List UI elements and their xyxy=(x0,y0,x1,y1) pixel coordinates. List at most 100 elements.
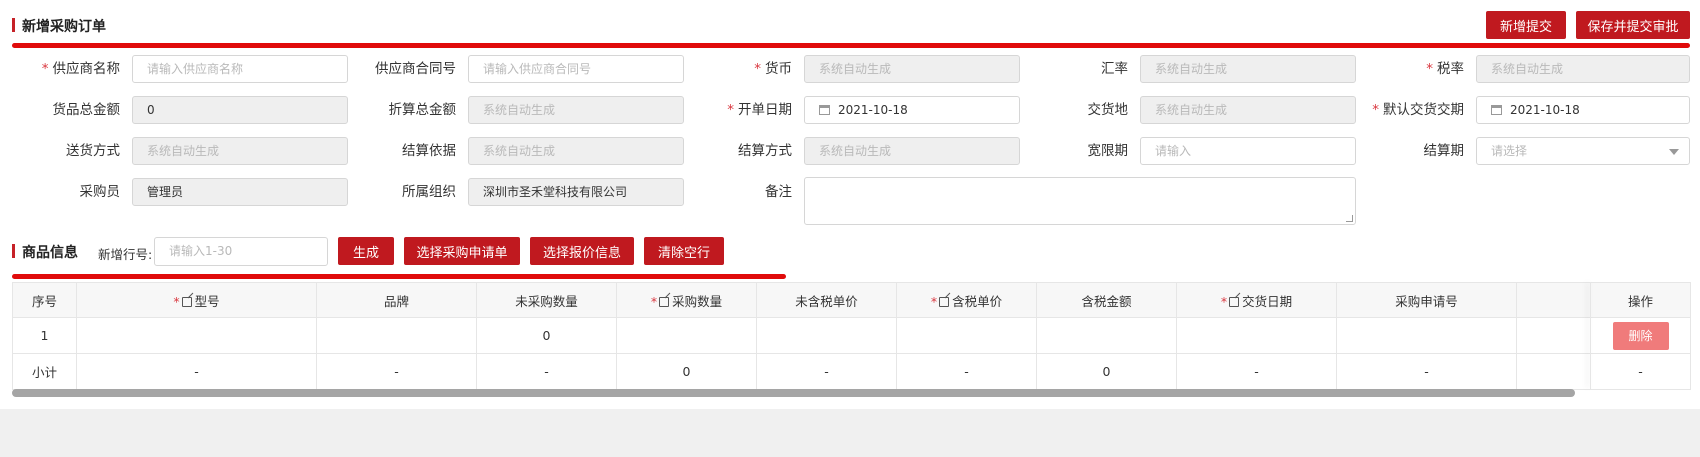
edit-icon xyxy=(659,296,670,307)
edit-icon xyxy=(939,296,950,307)
default-delivery-picker[interactable]: 2021-10-18 xyxy=(1476,96,1690,124)
column-label: 序号 xyxy=(31,293,57,309)
settlement-period-select[interactable]: 请选择 xyxy=(1476,137,1690,165)
calendar-icon xyxy=(819,105,830,115)
add-row-input[interactable]: 请输入1-30 xyxy=(154,237,328,266)
column-label: 品牌 xyxy=(383,293,409,309)
subtotal-cell: - xyxy=(476,353,617,390)
table-cell: 删除 xyxy=(1590,317,1691,354)
goods-divider xyxy=(12,274,786,279)
supplier-contract-input[interactable]: 请输入供应商合同号 xyxy=(468,55,684,83)
table-cell: 1 xyxy=(12,317,77,354)
delete-row-button[interactable]: 删除 xyxy=(1612,321,1669,350)
new-submit-button[interactable]: 新增提交 xyxy=(1486,11,1566,39)
required-mark: * xyxy=(930,293,938,309)
order-date-label: * 开单日期 xyxy=(727,102,792,118)
column-label: 采购申请号 xyxy=(1395,293,1458,309)
table-cell[interactable] xyxy=(76,317,317,354)
remark-textarea[interactable] xyxy=(804,177,1356,225)
exchange-rate-input: 系统自动生成 xyxy=(1140,55,1356,83)
select-quote-button[interactable]: 选择报价信息 xyxy=(530,237,634,265)
column-header: 含税金额 xyxy=(1036,282,1177,318)
organization-input: 深圳市圣禾堂科技有限公司 xyxy=(468,178,684,206)
subtotal-cell: - xyxy=(316,353,477,390)
supplier-name-input[interactable]: 请输入供应商名称 xyxy=(132,55,348,83)
table-header-row: 序号 * 型号 品牌 未采购数量 * 采购数量 未含税单价 * 含税单价 含税金额 * 交货日期 采购申请… xyxy=(12,282,1691,318)
resize-handle-icon[interactable] xyxy=(1346,215,1353,222)
column-label: 操作 xyxy=(1627,293,1653,309)
column-header: 未采购数量 xyxy=(476,282,617,318)
remark-label: 备注 xyxy=(765,184,792,200)
required-mark: * xyxy=(1220,293,1228,309)
grace-period-input[interactable]: 请输入 xyxy=(1140,137,1356,165)
fixed-column-shadow xyxy=(1590,282,1591,388)
save-submit-approval-button[interactable]: 保存并提交审批 xyxy=(1576,11,1690,39)
generate-button[interactable]: 生成 xyxy=(338,237,394,265)
subtotal-cell: - xyxy=(76,353,317,390)
header-divider xyxy=(12,43,1690,48)
add-row-label: 新增行号: xyxy=(98,247,153,262)
subtotal-cell: 0 xyxy=(1036,353,1177,390)
converted-total-input: 系统自动生成 xyxy=(468,96,684,124)
column-label: 未采购数量 xyxy=(515,293,578,309)
column-label: 未含税单价 xyxy=(795,293,858,309)
column-header: * 含税单价 xyxy=(896,282,1037,318)
subtotal-cell: - xyxy=(1336,353,1517,390)
grace-period-label: 宽限期 xyxy=(1087,143,1129,159)
column-header: 品牌 xyxy=(316,282,477,318)
column-label: 型号 xyxy=(194,293,220,309)
goods-total-input: 0 xyxy=(132,96,348,124)
exchange-rate-label: 汇率 xyxy=(1101,61,1128,77)
column-header: * 交货日期 xyxy=(1176,282,1337,318)
delivery-place-input: 系统自动生成 xyxy=(1140,96,1356,124)
table-cell[interactable] xyxy=(616,317,757,354)
purchaser-label: 采购员 xyxy=(79,184,121,200)
chevron-down-icon xyxy=(1669,149,1679,155)
supplier-name-label: * 供应商名称 xyxy=(41,61,120,77)
clear-empty-rows-button[interactable]: 清除空行 xyxy=(644,237,724,265)
order-panel: 新增采购订单 新增提交 保存并提交审批 * 供应商名称 请输入供应商名称 供应商合… xyxy=(0,0,1700,409)
settlement-period-label: 结算期 xyxy=(1423,143,1465,159)
column-label: 采购数量 xyxy=(672,293,723,309)
horizontal-scrollbar[interactable] xyxy=(12,389,1575,397)
currency-input: 系统自动生成 xyxy=(804,55,1020,83)
column-header: 未含税单价 xyxy=(756,282,897,318)
subtotal-cell: 0 xyxy=(616,353,757,390)
column-header: 序号 xyxy=(12,282,77,318)
subtotal-cell xyxy=(1516,353,1591,390)
table-cell xyxy=(1516,317,1591,354)
subtotal-cell: - xyxy=(896,353,1037,390)
column-header: 采购申请号 xyxy=(1336,282,1517,318)
table-cell[interactable] xyxy=(896,317,1037,354)
column-label: 含税金额 xyxy=(1081,293,1132,309)
settlement-method-input: 系统自动生成 xyxy=(804,137,1020,165)
goods-total-label: 货品总金额 xyxy=(52,102,121,118)
organization-label: 所属组织 xyxy=(402,184,456,200)
default-delivery-label: * 默认交货交期 xyxy=(1372,102,1464,118)
column-label: 含税单价 xyxy=(952,293,1003,309)
converted-total-label: 折算总金额 xyxy=(388,102,457,118)
table-cell xyxy=(756,317,897,354)
subtotal-cell: - xyxy=(1590,353,1691,390)
goods-title: 商品信息 xyxy=(22,245,78,261)
tax-rate-label: * 税率 xyxy=(1426,61,1464,77)
subtotal-cell: - xyxy=(756,353,897,390)
goods-table: 序号 * 型号 品牌 未采购数量 * 采购数量 未含税单价 * 含税单价 含税金额 * 交货日期 采购申请… xyxy=(12,282,1691,390)
subtotal-row: 小计 - - -0- -0- - - xyxy=(12,353,1691,390)
table-cell[interactable] xyxy=(1176,317,1337,354)
column-label: 交货日期 xyxy=(1242,293,1293,309)
delivery-place-label: 交货地 xyxy=(1087,102,1129,118)
subtotal-cell: 小计 xyxy=(12,353,77,390)
calendar-icon xyxy=(1491,105,1502,115)
select-purchase-request-button[interactable]: 选择采购申请单 xyxy=(404,237,520,265)
column-header: 操作 xyxy=(1590,282,1691,318)
table-cell: 0 xyxy=(476,317,617,354)
settlement-method-label: 结算方式 xyxy=(738,143,792,159)
column-header xyxy=(1516,282,1591,318)
table-cell xyxy=(1336,317,1517,354)
subtotal-cell: - xyxy=(1176,353,1337,390)
edit-icon xyxy=(1229,296,1240,307)
table-cell xyxy=(316,317,477,354)
purchaser-input: 管理员 xyxy=(132,178,348,206)
order-date-picker[interactable]: 2021-10-18 xyxy=(804,96,1020,124)
